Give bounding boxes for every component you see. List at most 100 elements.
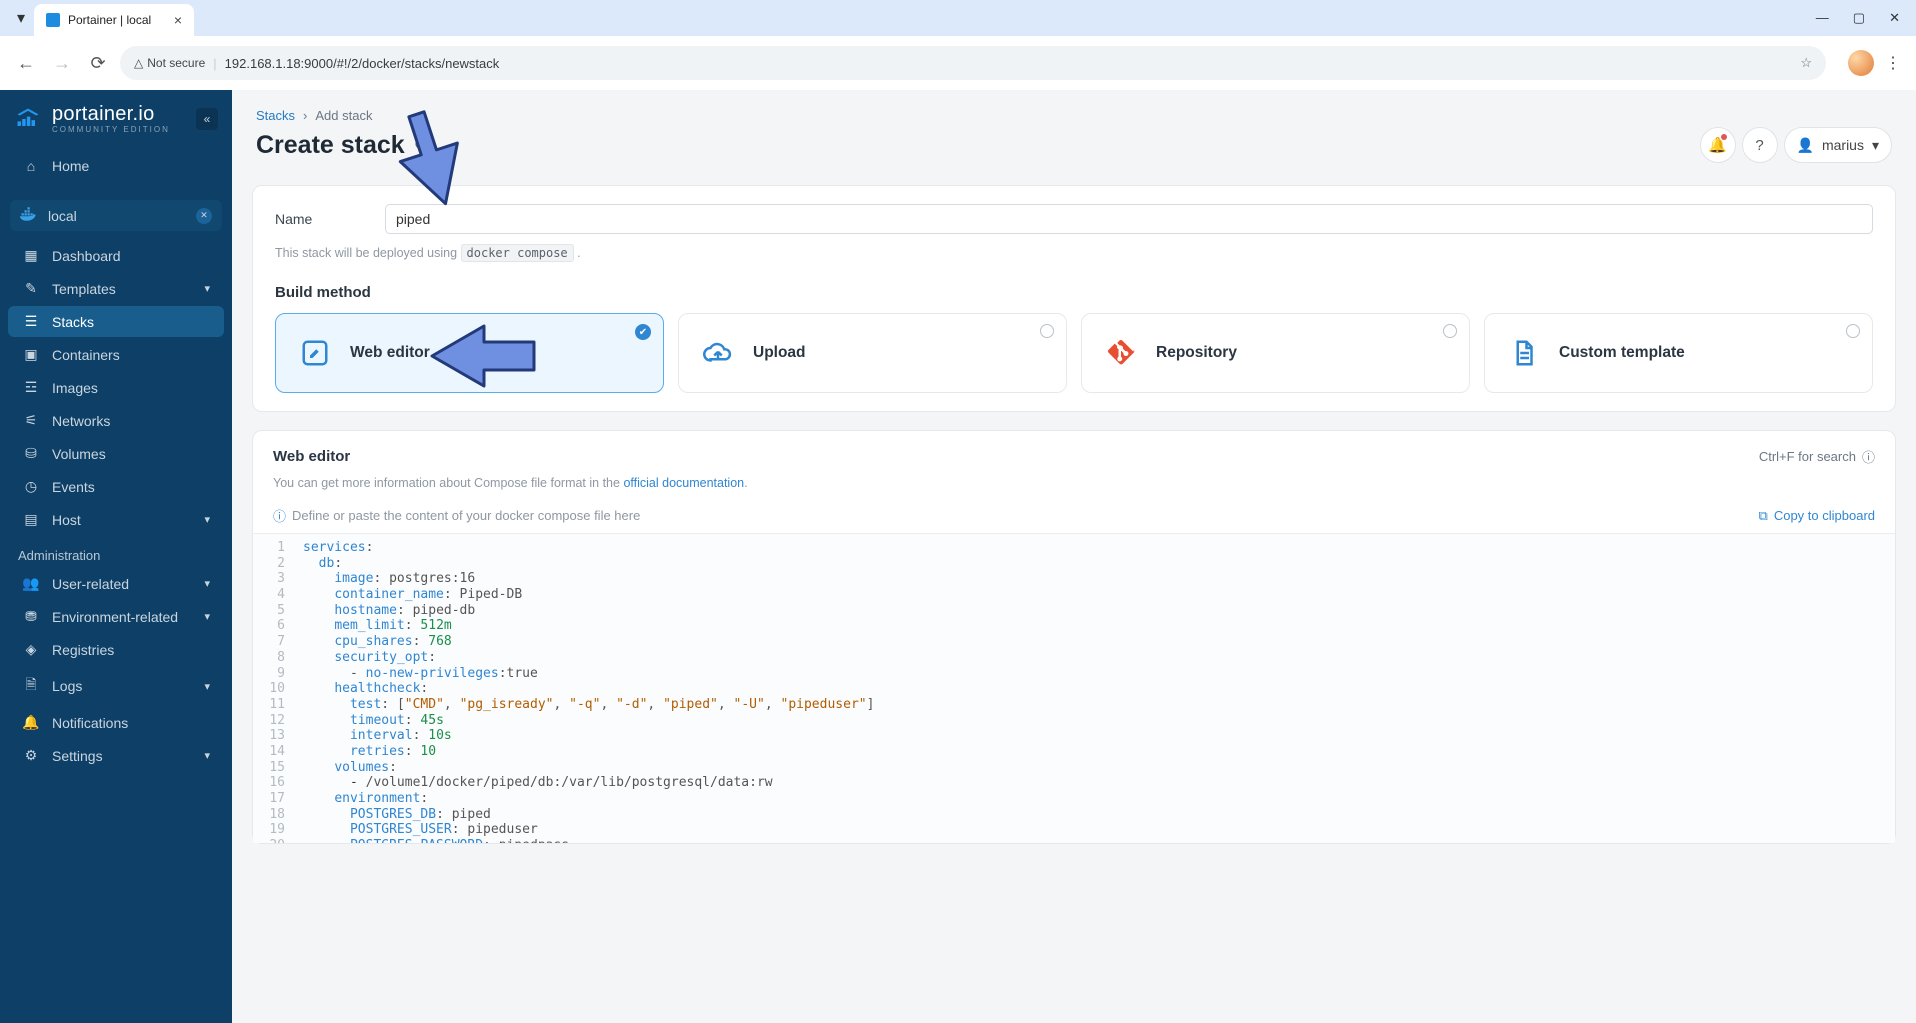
help-text: You can get more information about Compo… — [273, 476, 623, 490]
tab-menu-icon[interactable]: ▾ — [8, 4, 34, 32]
line-gutter: 1234567891011121314151617181920 — [253, 534, 293, 843]
build-label: Repository — [1156, 344, 1237, 362]
close-tab-icon[interactable]: × — [174, 12, 182, 28]
build-upload[interactable]: Upload — [678, 313, 1067, 393]
sidebar-environment[interactable]: local ✕ — [10, 200, 222, 231]
collapse-sidebar-button[interactable]: « — [196, 108, 218, 130]
selected-check-icon: ✔ — [635, 324, 651, 340]
forward-button[interactable]: → — [48, 49, 76, 77]
environment-name: local — [48, 208, 77, 224]
browser-tab[interactable]: Portainer | local × — [34, 4, 194, 36]
url-text: 192.168.1.18:9000/#!/2/docker/stacks/new… — [225, 56, 500, 71]
copy-label: Copy to clipboard — [1774, 508, 1875, 523]
sidebar-item-events[interactable]: ◷ Events — [8, 471, 224, 502]
copy-icon: ⧉ — [1759, 508, 1768, 524]
box-icon: ▣ — [22, 346, 40, 363]
edit-square-icon — [298, 336, 332, 370]
build-custom-template[interactable]: Custom template — [1484, 313, 1873, 393]
file-icon — [1507, 336, 1541, 370]
minimize-button[interactable]: — — [1816, 10, 1829, 26]
sidebar-registries[interactable]: ◈Registries — [8, 634, 224, 665]
sidebar-item-dashboard[interactable]: ▦Dashboard — [8, 240, 224, 271]
copy-to-clipboard-button[interactable]: ⧉ Copy to clipboard — [1759, 508, 1875, 524]
maximize-button[interactable]: ▢ — [1853, 10, 1865, 26]
name-label: Name — [275, 211, 355, 227]
sidebar-logs[interactable]: 🗎Logs▾ — [8, 667, 224, 705]
address-bar[interactable]: △ Not secure | 192.168.1.18:9000/#!/2/do… — [120, 46, 1826, 80]
sidebar-item-templates[interactable]: ✎ Templates ▾ — [8, 273, 224, 304]
bookmark-icon[interactable]: ☆ — [1800, 55, 1812, 71]
reload-button[interactable]: ⟳ — [84, 49, 112, 77]
logo[interactable]: portainer.io COMMUNITY EDITION « — [0, 90, 232, 140]
chevron-down-icon: ▾ — [204, 577, 210, 590]
stack-name-input[interactable] — [385, 204, 1873, 234]
edit-icon: ✎ — [22, 280, 40, 297]
note-text: This stack will be deployed using — [275, 246, 461, 260]
sidebar-item-networks[interactable]: ⚟Networks — [8, 405, 224, 436]
sidebar-item-images[interactable]: ☲Images — [8, 372, 224, 403]
chevron-down-icon: ▾ — [1872, 137, 1879, 154]
compose-hint: Define or paste the content of your dock… — [292, 508, 640, 523]
database-icon: ⛁ — [22, 445, 40, 462]
annotation-arrow — [426, 320, 536, 390]
browser-menu-icon[interactable]: ⋮ — [1882, 53, 1904, 73]
sidebar-label: Volumes — [52, 446, 106, 462]
close-environment-icon[interactable]: ✕ — [196, 208, 212, 224]
build-repository[interactable]: Repository — [1081, 313, 1470, 393]
security-badge[interactable]: △ Not secure — [134, 56, 205, 70]
sidebar-item-stacks[interactable]: ☰Stacks — [8, 306, 224, 337]
share-icon: ⚟ — [22, 412, 40, 429]
radio-icon — [1040, 324, 1054, 338]
sidebar-user-related[interactable]: 👥 User-related ▾ — [8, 568, 224, 599]
hdd-icon: ⛃ — [22, 608, 40, 625]
sidebar-label: Environment-related — [52, 609, 178, 625]
sidebar-label: Stacks — [52, 314, 94, 330]
breadcrumb: Stacks › Add stack — [232, 90, 1916, 127]
chevron-down-icon: ▾ — [204, 749, 210, 762]
sidebar-home[interactable]: ⌂ Home — [8, 151, 224, 181]
users-icon: 👥 — [22, 575, 40, 592]
radio-icon — [1846, 324, 1860, 338]
build-method-heading: Build method — [275, 284, 1873, 301]
tab-favicon — [46, 13, 60, 27]
profile-avatar[interactable] — [1848, 50, 1874, 76]
security-label: Not secure — [147, 56, 205, 70]
docs-link[interactable]: official documentation — [623, 476, 744, 490]
code-editor[interactable]: 1234567891011121314151617181920 services… — [253, 533, 1895, 843]
sidebar-environment-related[interactable]: ⛃ Environment-related ▾ — [8, 601, 224, 632]
gear-icon: ⚙ — [22, 747, 40, 764]
sidebar-label: Logs — [52, 678, 82, 694]
sidebar-label: Host — [52, 512, 81, 528]
sidebar-item-containers[interactable]: ▣Containers — [8, 339, 224, 370]
close-window-button[interactable]: ✕ — [1889, 10, 1900, 26]
sidebar-home-label: Home — [52, 158, 89, 174]
sidebar-label: Settings — [52, 748, 103, 764]
browser-chrome: ▾ Portainer | local × — ▢ ✕ ← → ⟳ △ Not … — [0, 0, 1916, 90]
sidebar-label: Notifications — [52, 715, 128, 731]
chevron-down-icon: ▾ — [204, 610, 210, 623]
code-content[interactable]: services: db: image: postgres:16 contain… — [293, 534, 874, 843]
back-button[interactable]: ← — [12, 49, 40, 77]
sidebar-label: User-related — [52, 576, 129, 592]
sidebar-notifications[interactable]: 🔔Notifications — [8, 707, 224, 738]
tab-strip: ▾ Portainer | local × — ▢ ✕ — [0, 0, 1916, 36]
name-panel: Name This stack will be deployed using d… — [252, 185, 1896, 412]
user-name: marius — [1822, 137, 1864, 153]
help-button[interactable]: ? — [1742, 127, 1778, 163]
sidebar-label: Templates — [52, 281, 116, 297]
sidebar-item-host[interactable]: ▤Host▾ — [8, 504, 224, 535]
sidebar-label: Events — [52, 479, 95, 495]
chevron-down-icon: ▾ — [204, 513, 210, 526]
notifications-button[interactable]: 🔔 — [1700, 127, 1736, 163]
help-circle-icon[interactable]: ⓘ — [1862, 447, 1875, 466]
sidebar-settings[interactable]: ⚙ Settings ▾ — [8, 740, 224, 771]
chevron-down-icon: ▾ — [204, 282, 210, 295]
editor-search-hint: Ctrl+F for search ⓘ — [1759, 447, 1875, 466]
sidebar: portainer.io COMMUNITY EDITION « ⌂ Home … — [0, 90, 232, 1023]
file-text-icon: 🗎 — [22, 674, 40, 698]
build-web-editor[interactable]: ✔ Web editor — [275, 313, 664, 393]
breadcrumb-root[interactable]: Stacks — [256, 108, 295, 123]
sidebar-item-volumes[interactable]: ⛁ Volumes — [8, 438, 224, 469]
user-menu[interactable]: 👤 marius ▾ — [1784, 127, 1892, 163]
clock-icon: ◷ — [22, 478, 40, 495]
